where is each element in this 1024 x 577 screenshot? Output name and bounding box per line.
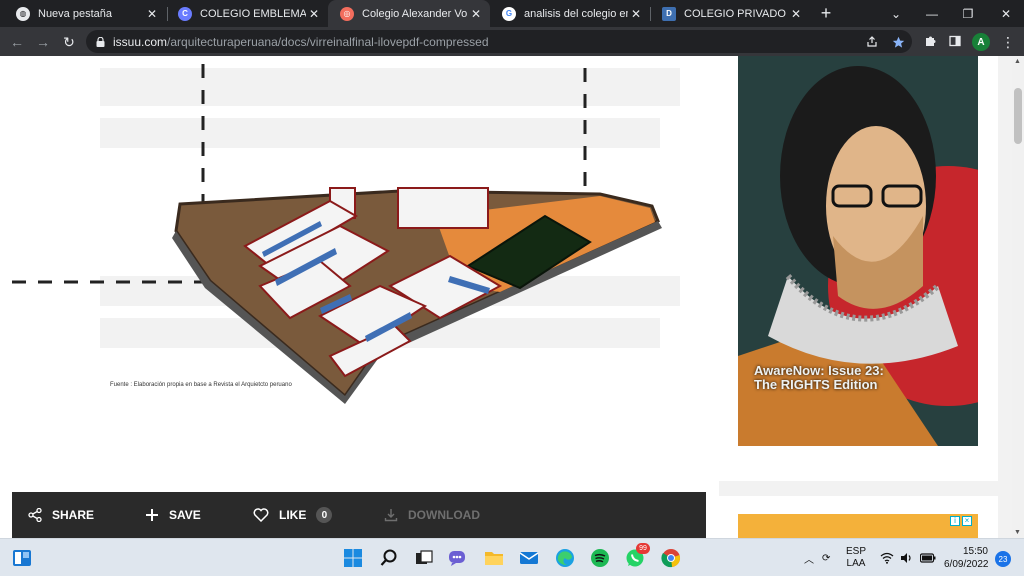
save-label: SAVE — [169, 508, 201, 522]
extensions-puzzle-icon[interactable] — [922, 32, 940, 50]
close-icon[interactable]: ✕ — [468, 7, 484, 21]
bookmark-star-icon[interactable] — [890, 34, 906, 50]
ad-image[interactable]: AwareNow: Issue 23: The RIGHTS Edition — [738, 56, 978, 446]
tab-title: COLEGIO EMBLEMATICO | — [200, 7, 306, 20]
share-icon — [28, 508, 42, 522]
url-path: /arquitecturaperuana/docs/virreinalfinal… — [167, 34, 489, 49]
ad-card-secondary[interactable]: i × — [719, 496, 998, 538]
share-button[interactable]: SHARE — [28, 492, 94, 538]
globe-icon: ◍ — [16, 6, 30, 21]
adchoices[interactable]: i × — [950, 516, 972, 528]
d-icon: D — [662, 6, 676, 21]
adchoices-info-icon[interactable]: i — [950, 516, 960, 526]
close-icon[interactable]: ✕ — [144, 7, 160, 21]
tab-new-tab[interactable]: ◍ Nueva pestaña ✕ — [4, 0, 166, 27]
profile-avatar[interactable]: A — [972, 33, 990, 51]
document-action-bar: SHARE SAVE LIKE 0 DOWNLOAD — [12, 492, 706, 538]
tab-title: Nueva pestaña — [38, 7, 112, 20]
hidden-icons-chevron-icon[interactable]: ︿ — [804, 539, 814, 577]
sync-icon[interactable]: ⟳ — [822, 539, 830, 577]
windows-taskbar: ︿ ⟳ ESP LAA 15:50 6/09/2022 23 — [0, 538, 1024, 576]
battery-icon[interactable] — [920, 539, 936, 577]
url-host: issuu.com — [113, 34, 168, 49]
tab-colegio-alexander[interactable]: ◎ Colegio Alexander Von H ✕ — [328, 0, 490, 27]
tab-strip: ◍ Nueva pestaña ✕ C COLEGIO EMBLEMATICO … — [0, 0, 1024, 27]
tab-search-chevron-icon[interactable]: ⌄ — [878, 0, 914, 27]
edge-browser-icon[interactable] — [553, 546, 577, 570]
like-button[interactable]: LIKE 0 — [253, 492, 333, 538]
plus-icon — [146, 509, 158, 521]
file-explorer-icon[interactable] — [482, 546, 506, 570]
ad-headline: AwareNow: Issue 23: The RIGHTS Edition — [754, 364, 884, 392]
circle-c-icon: C — [178, 6, 192, 21]
restore-icon[interactable]: ❐ — [950, 0, 986, 27]
lock-icon — [96, 36, 105, 47]
system-clock[interactable]: 15:50 6/09/2022 — [944, 545, 989, 571]
tab-title: COLEGIO PRIVADO ALEXA — [684, 7, 788, 20]
ad-image-secondary[interactable]: i × — [738, 514, 978, 538]
adchoices-close-icon[interactable]: × — [962, 516, 972, 526]
side-panel-icon[interactable] — [946, 32, 964, 50]
scroll-down-arrow-icon[interactable]: ▼ — [1014, 529, 1021, 536]
close-icon[interactable]: ✕ — [628, 7, 644, 21]
issuu-icon: ◎ — [340, 6, 354, 21]
forward-arrow-icon[interactable]: → — [32, 31, 54, 53]
spotify-icon[interactable] — [588, 546, 612, 570]
ad-card[interactable]: AwareNow: Issue 23: The RIGHTS Edition — [719, 56, 998, 481]
whatsapp-unread-badge: 99 — [636, 543, 650, 554]
document-viewer: Fuente : Elaboración propia en base a Re… — [0, 56, 719, 538]
mail-icon[interactable] — [517, 546, 541, 570]
tab-title: Colegio Alexander Von H — [362, 7, 468, 20]
share-page-icon[interactable] — [864, 34, 880, 50]
browser-toolbar: ← → ↻ issuu.com/arquitecturaperuana/docs… — [0, 27, 1024, 56]
share-label: SHARE — [52, 508, 95, 522]
tab-analisis-colegio[interactable]: G analisis del colegio emble ✕ — [490, 0, 650, 27]
chrome-icon[interactable] — [659, 546, 683, 570]
clock-date: 6/09/2022 — [944, 559, 989, 570]
building-block — [397, 187, 489, 229]
widgets-icon[interactable] — [10, 546, 34, 570]
minimize-icon[interactable]: — — [914, 0, 950, 27]
close-icon[interactable]: ✕ — [306, 7, 322, 21]
url-text: issuu.com/arquitecturaperuana/docs/virre… — [113, 35, 489, 49]
page-content: Fuente : Elaboración propia en base a Re… — [0, 56, 1012, 538]
input-language[interactable]: ESP LAA — [846, 539, 866, 577]
scroll-thumb[interactable] — [1014, 88, 1022, 144]
clock-time: 15:50 — [962, 546, 988, 557]
task-view-icon[interactable] — [412, 546, 436, 570]
more-menu-icon[interactable]: ⋮ — [1000, 32, 1016, 52]
scroll-up-arrow-icon[interactable]: ▲ — [1014, 58, 1021, 65]
like-count-badge: 0 — [316, 507, 333, 523]
search-icon[interactable] — [377, 546, 401, 570]
back-arrow-icon[interactable]: ← — [6, 31, 28, 53]
ad-headline-line1: AwareNow: Issue 23: — [754, 363, 884, 378]
new-tab-button[interactable]: + — [816, 3, 836, 23]
language-code: ESP — [846, 546, 867, 557]
like-label: LIKE — [279, 508, 307, 522]
architectural-illustration — [12, 64, 680, 404]
keyboard-layout: LAA — [846, 558, 866, 569]
tab-colegio-privado[interactable]: D COLEGIO PRIVADO ALEXA ✕ — [650, 0, 810, 27]
download-icon — [384, 509, 398, 522]
tab-colegio-emblematico[interactable]: C COLEGIO EMBLEMATICO | ✕ — [166, 0, 328, 27]
download-button[interactable]: DOWNLOAD — [384, 492, 480, 538]
heart-icon — [253, 508, 269, 522]
download-label: DOWNLOAD — [408, 508, 480, 522]
google-icon: G — [502, 6, 516, 21]
figure-caption: Fuente : Elaboración propia en base a Re… — [110, 382, 292, 388]
window-close-icon[interactable]: ✕ — [988, 0, 1024, 27]
sidebar-ads: AwareNow: Issue 23: The RIGHTS Edition i… — [719, 56, 1012, 538]
windows-start-icon[interactable] — [341, 546, 365, 570]
close-icon[interactable]: ✕ — [788, 7, 804, 21]
reload-icon[interactable]: ↻ — [58, 31, 80, 53]
notification-badge[interactable]: 23 — [995, 551, 1011, 567]
ad-headline-line2: The RIGHTS Edition — [754, 377, 878, 392]
save-button[interactable]: SAVE — [145, 492, 201, 538]
teams-chat-icon[interactable] — [446, 546, 470, 570]
wifi-icon[interactable] — [880, 539, 894, 577]
volume-icon[interactable] — [900, 539, 914, 577]
address-bar[interactable]: issuu.com/arquitecturaperuana/docs/virre… — [86, 30, 912, 53]
tab-title: analisis del colegio emble — [524, 7, 628, 20]
page-scrollbar[interactable]: ▲ ▼ — [1012, 56, 1024, 538]
